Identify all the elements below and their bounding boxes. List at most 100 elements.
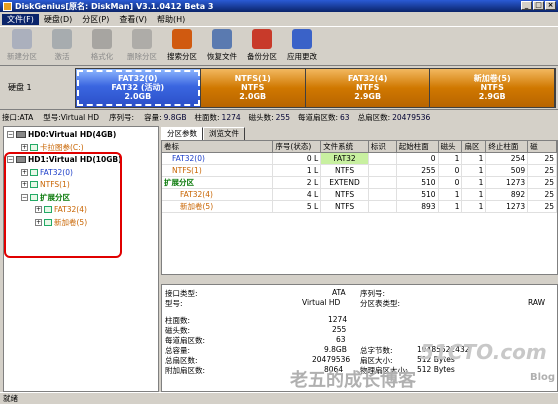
detail-bytes-value: 10485522432: [417, 345, 470, 354]
seq-number: 5: [306, 202, 312, 211]
toolbar-button-0[interactable]: 新建分区: [2, 27, 42, 65]
close-button[interactable]: ×: [545, 1, 556, 10]
cell-m: 25: [528, 201, 557, 213]
cell-sc: 0: [396, 153, 439, 165]
volume-label: NTFS(1): [172, 166, 202, 175]
status-bar: 就绪: [0, 392, 558, 404]
table-row[interactable]: FAT32(4) 4 L NTFS 510 1 1 892 25: [162, 189, 557, 201]
detail-model-value: Virtual HD: [302, 298, 341, 307]
backup-partition-icon: [252, 29, 272, 49]
partition-block-0[interactable]: FAT32(0) FAT32 (活动) 2.0GB: [76, 68, 201, 107]
search-partition-icon: [172, 29, 192, 49]
maximize-button[interactable]: □: [533, 1, 544, 10]
partition-block-3[interactable]: 新加卷(5) NTFS 2.9GB: [430, 68, 555, 107]
column-header[interactable]: 文件系统: [321, 141, 369, 153]
cell-seq: 0 L: [273, 153, 322, 165]
tree-node[interactable]: + 卡拉图参(C:): [21, 142, 84, 153]
toolbar-button-3[interactable]: 删除分区: [122, 27, 162, 65]
partition-block-size: 2.9GB: [478, 92, 506, 101]
cell-fs: NTFS: [321, 165, 369, 177]
cell-id: [368, 189, 397, 201]
tab-browse-files[interactable]: 浏览文件: [203, 127, 245, 140]
detail-sect-value: 20479536: [312, 355, 351, 364]
seq-number: 4: [306, 190, 312, 199]
column-header[interactable]: 磁: [528, 141, 557, 153]
tab-partition-params[interactable]: 分区参数: [161, 127, 203, 141]
table-row[interactable]: 新加卷(5) 5 L NTFS 893 1 1 1273 25: [162, 201, 557, 213]
seq-number: 0: [306, 154, 312, 163]
toolbar-button-6[interactable]: 备份分区: [242, 27, 282, 65]
disk-info-bar: 接口:ATA 型号:Virtual HD 序列号: 容量: 9.8GB 柱面数: 1274 磁…: [0, 110, 558, 125]
tab-bar: 分区参数 浏览文件: [161, 127, 245, 141]
toolbar-label: 删除分区: [127, 52, 157, 61]
column-header[interactable]: 序号(状态): [273, 141, 322, 153]
toolbar-label: 新建分区: [7, 52, 37, 61]
column-header[interactable]: 磁头: [438, 141, 463, 153]
partition-block-1[interactable]: NTFS(1) NTFS 2.0GB: [200, 68, 306, 107]
menu-disk[interactable]: 硬盘(D): [39, 14, 77, 25]
toolbar-button-2[interactable]: 格式化: [82, 27, 122, 65]
partition-block-2[interactable]: FAT32(4) NTFS 2.9GB: [305, 68, 431, 107]
toolbar: 新建分区 激活 格式化 删除分区 搜索分区 恢复文件 备份分区 应用更改: [0, 26, 558, 66]
minimize-button[interactable]: _: [521, 1, 532, 10]
cell-id: [368, 177, 397, 189]
apply-changes-icon: [292, 29, 312, 49]
expand-icon[interactable]: +: [21, 143, 28, 151]
table-row[interactable]: NTFS(1) 1 L NTFS 255 0 1 509 25: [162, 165, 557, 177]
toolbar-button-7[interactable]: 应用更改: [282, 27, 322, 65]
seq-number: 1: [306, 166, 312, 175]
tree-node[interactable]: − HD0:Virtual HD(4GB): [7, 129, 116, 140]
info-value: 63: [340, 113, 350, 122]
column-header[interactable]: 卷标: [162, 141, 274, 153]
volume-label: FAT32(4): [180, 190, 213, 199]
toolbar-button-4[interactable]: 搜索分区: [162, 27, 202, 65]
toolbar-button-5[interactable]: 恢复文件: [202, 27, 242, 65]
info-key: 容量:: [144, 113, 162, 122]
table-row[interactable]: FAT32(0) 0 L FAT32 0 1 1 254 25: [162, 153, 557, 165]
info-key: 接口:ATA: [2, 113, 34, 122]
column-header[interactable]: 扇区: [462, 141, 487, 153]
partition-table: 卷标 序号(状态) 文件系统 标识 起始柱面 磁头 扇区 终止柱面磁 FAT32(0) 0 L FA…: [161, 140, 558, 275]
cell-s: 1: [462, 165, 487, 177]
menu-bar: 文件(F) 硬盘(D) 分区(P) 查看(V) 帮助(H): [0, 12, 558, 26]
cell-label: 扩展分区: [162, 177, 274, 189]
app-icon: [3, 1, 12, 11]
toolbar-label: 应用更改: [287, 52, 317, 61]
column-header[interactable]: 起始柱面: [396, 141, 439, 153]
cell-fs: EXTEND: [321, 177, 369, 189]
cell-label: FAT32(4): [162, 189, 274, 201]
table-row[interactable]: 扩展分区 2 L EXTEND 510 0 1 1273 25: [162, 177, 557, 189]
cell-label: NTFS(1): [162, 165, 274, 177]
cell-sc: 510: [396, 177, 439, 189]
menu-file[interactable]: 文件(F): [2, 13, 39, 25]
cell-seq: 4 L: [273, 189, 322, 201]
collapse-icon[interactable]: −: [7, 131, 14, 138]
cell-h: 1: [438, 189, 463, 201]
detail-add-key: 附加扇区数:: [165, 366, 206, 375]
cell-ec: 509: [486, 165, 529, 177]
toolbar-label: 备份分区: [247, 52, 277, 61]
column-header[interactable]: 终止柱面: [486, 141, 529, 153]
cell-m: 25: [528, 165, 557, 177]
cell-sc: 893: [396, 201, 439, 213]
cell-ec: 892: [486, 189, 529, 201]
info-value: 9.8GB: [163, 113, 187, 122]
cell-label: FAT32(0): [162, 153, 274, 165]
cell-h: 0: [438, 165, 463, 177]
seq-status: L: [313, 166, 319, 175]
cell-s: 1: [462, 153, 487, 165]
volume-label: 扩展分区: [164, 178, 194, 187]
partition-icon: [30, 143, 38, 151]
column-header[interactable]: 标识: [368, 141, 397, 153]
menu-help[interactable]: 帮助(H): [152, 14, 190, 25]
menu-view[interactable]: 查看(V): [114, 14, 152, 25]
toolbar-label: 激活: [54, 52, 70, 61]
detail-ptype-key: 分区表类型:: [360, 299, 401, 308]
menu-partition[interactable]: 分区(P): [77, 14, 114, 25]
title-bar: DiskGenius[原名: DiskMan] V3.1.0412 Beta 3…: [0, 0, 558, 12]
toolbar-button-1[interactable]: 激活: [42, 27, 82, 65]
info-value: 20479536: [392, 113, 431, 122]
disk-label: 硬盘 1: [0, 82, 75, 93]
disk-map: 硬盘 1 FAT32(0) FAT32 (活动) 2.0GB NTFS(1) NTFS 2…: [0, 66, 558, 110]
detail-add-value: 8064: [324, 365, 344, 374]
